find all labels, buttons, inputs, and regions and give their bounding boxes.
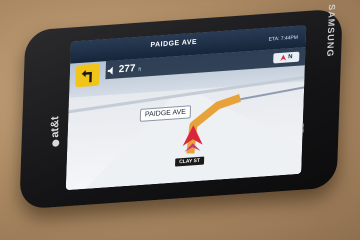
carrier-logo: at&t (49, 116, 61, 148)
carrier-name: at&t (49, 115, 62, 139)
turn-left-arrow-icon[interactable] (75, 63, 100, 88)
phone-screen: PAIDGE AVE ETA: 7:44PM 277 ft N PAIDGE A… (65, 25, 307, 191)
brand-name: SAMSUNG (325, 3, 337, 58)
distance-readout: 277 ft (107, 63, 142, 76)
photo-scene: at&t SAMSUNG PAIDGE AVE ETA: 7:44PM 277 … (0, 0, 360, 240)
compass-heading: N (288, 54, 293, 61)
att-globe-icon (51, 139, 59, 148)
turn-arrow-graphic (81, 70, 92, 83)
smartphone: at&t SAMSUNG PAIDGE AVE ETA: 7:44PM 277 … (19, 4, 343, 210)
distance-value: 277 (118, 63, 136, 76)
speaker-icon[interactable] (107, 66, 116, 75)
distance-unit: ft (138, 66, 142, 73)
compass-arrow-icon (280, 54, 287, 61)
compass-button[interactable]: N (273, 51, 300, 64)
